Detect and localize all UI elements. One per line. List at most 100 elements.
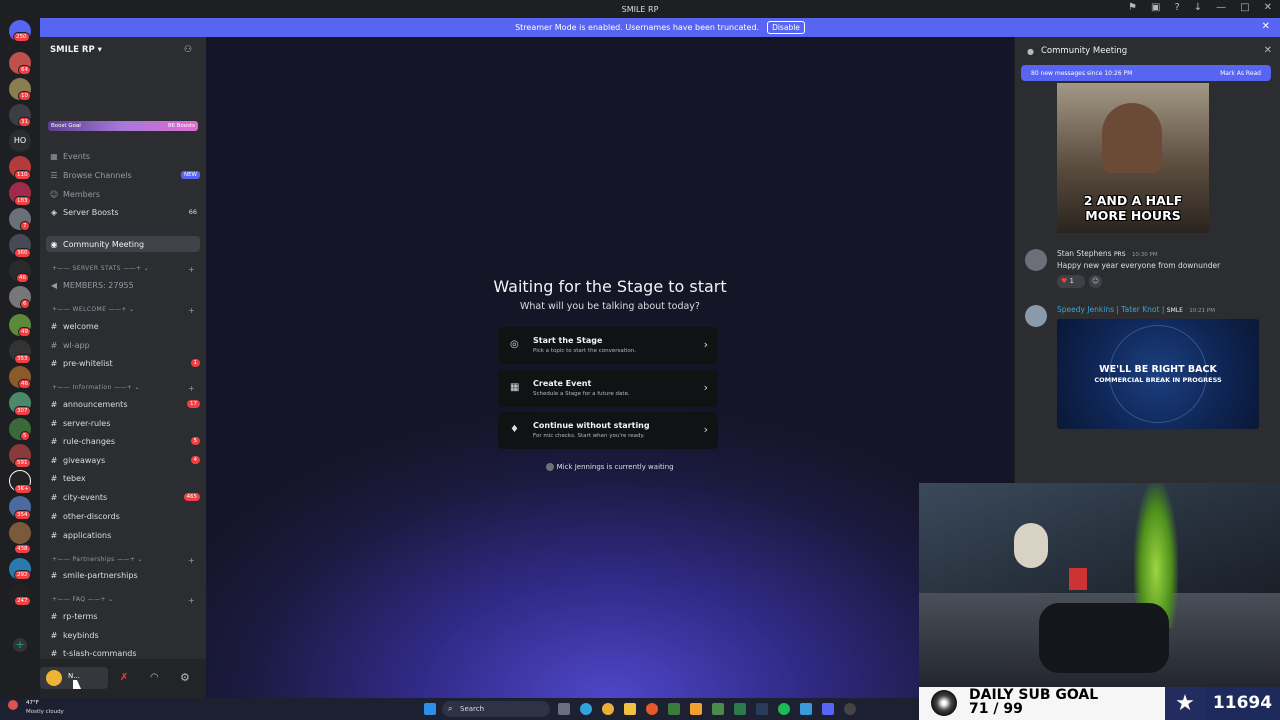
logo-icon xyxy=(931,690,957,716)
obs-icon[interactable] xyxy=(844,703,856,715)
mic-muted-icon[interactable]: ✗ xyxy=(120,672,128,683)
channel-community-meeting[interactable]: ◉ Community Meeting xyxy=(46,236,200,252)
server-boosts-item[interactable]: ◈ Server Boosts 66 xyxy=(48,204,200,220)
calendar-icon: ▦ xyxy=(50,151,58,161)
edge-icon[interactable] xyxy=(580,703,592,715)
channel-tebex[interactable]: # tebex xyxy=(48,470,200,486)
category-information[interactable]: +—— Information ——+ ⌄ + xyxy=(52,384,195,393)
app-icon[interactable] xyxy=(800,703,812,715)
members-item[interactable]: ☺ Members xyxy=(48,186,200,202)
reaction-heart[interactable]: ♥ 1 xyxy=(1057,275,1085,288)
channel-announcements[interactable]: # announcements 17 xyxy=(48,396,200,412)
excel-icon[interactable] xyxy=(734,703,746,715)
events-item[interactable]: ▦ Events xyxy=(48,148,200,164)
headphones-icon[interactable]: ◠ xyxy=(150,672,159,683)
chevron-right-icon: › xyxy=(703,381,708,394)
add-channel-icon[interactable]: + xyxy=(188,265,195,274)
app-icon[interactable] xyxy=(712,703,724,715)
gif-image[interactable]: 2 AND A HALF MORE HOURS xyxy=(1057,83,1209,233)
spotify-icon[interactable] xyxy=(778,703,790,715)
channel-rp-terms[interactable]: # rp-terms xyxy=(48,608,200,624)
channel-keybinds[interactable]: # keybinds xyxy=(48,627,200,643)
category-server-stats[interactable]: +—— SERVER STATS ——+ ⌄ + xyxy=(52,265,195,274)
maximize-button[interactable]: □ xyxy=(1240,2,1249,13)
category-welcome[interactable]: +—— WELCOME ——+ ⌄ + xyxy=(52,306,195,315)
mention-badge: 46 xyxy=(18,379,31,389)
task-view-icon[interactable] xyxy=(558,703,570,715)
firefox-icon[interactable] xyxy=(646,703,658,715)
search-icon: ⌕ xyxy=(448,704,453,713)
server-icon[interactable]: HO xyxy=(9,130,31,152)
unread-badge: 1 xyxy=(190,359,200,367)
option-title: Create Event xyxy=(533,379,592,388)
boost-goal-bar[interactable]: Boost Goal 86 Boosts xyxy=(48,121,198,131)
server-header[interactable]: SMILE RP ▾ xyxy=(50,45,102,55)
continue-without-starting-button[interactable]: ♦ Continue without starting For mic chec… xyxy=(498,412,718,449)
disable-streamer-button[interactable]: Disable xyxy=(767,21,805,34)
channel-other-discords[interactable]: # other-discords xyxy=(48,508,200,524)
channel-members-count[interactable]: ◀ MEMBERS: 27955 xyxy=(48,277,200,293)
category-faq[interactable]: +—— FAQ ——+ ⌄ + xyxy=(52,596,195,605)
screen-icon[interactable]: ▣ xyxy=(1151,2,1160,13)
username: N... xyxy=(68,672,80,680)
explorer-icon[interactable] xyxy=(624,703,636,715)
avatar[interactable] xyxy=(1025,305,1047,327)
mention-badge: 46 xyxy=(16,273,29,283)
weather-icon xyxy=(8,700,18,710)
minimize-button[interactable]: — xyxy=(1216,2,1226,13)
channel-label: applications xyxy=(63,530,112,540)
chrome-icon[interactable] xyxy=(602,703,614,715)
stage-area: Waiting for the Stage to start What will… xyxy=(206,37,1014,698)
add-channel-icon[interactable]: + xyxy=(188,306,195,315)
caption-line: 2 AND A HALF xyxy=(1083,193,1183,208)
browse-channels-item[interactable]: ☰ Browse Channels NEW xyxy=(48,167,200,183)
brb-image[interactable]: WE'LL BE RIGHT BACK COMMERCIAL BREAK IN … xyxy=(1057,319,1259,429)
channel-giveaways[interactable]: # giveaways 4 xyxy=(48,452,200,468)
invite-icon[interactable]: ⚇ xyxy=(184,45,192,55)
discord-icon[interactable] xyxy=(822,703,834,715)
close-window-button[interactable]: ✕ xyxy=(1264,2,1272,13)
add-server-button[interactable]: + xyxy=(13,638,27,652)
gear-icon[interactable]: ⚙ xyxy=(180,671,190,684)
channel-wl-app[interactable]: # wl-app xyxy=(48,337,200,353)
help-icon[interactable]: ? xyxy=(1174,2,1179,13)
channel-pre-whitelist[interactable]: # pre-whitelist 1 xyxy=(48,355,200,371)
weather-desc[interactable]: Mostly cloudy xyxy=(26,709,64,715)
channel-rule-changes[interactable]: # rule-changes 5 xyxy=(48,433,200,449)
windows-start-icon[interactable] xyxy=(424,703,436,715)
channel-city-events[interactable]: # city-events 465 xyxy=(48,489,200,505)
inbox-icon[interactable]: ⚑ xyxy=(1128,2,1137,13)
close-icon[interactable]: ✕ xyxy=(1264,45,1272,56)
mark-as-read-button[interactable]: Mark As Read xyxy=(1220,70,1261,77)
new-messages-bar[interactable]: 80 new messages since 10:26 PM Mark As R… xyxy=(1021,65,1271,81)
app-icon[interactable] xyxy=(668,703,680,715)
channel-label: welcome xyxy=(63,321,99,331)
author-name[interactable]: Speedy Jenkins | Tater Knot | xyxy=(1057,305,1164,314)
hash-icon: # xyxy=(50,321,58,331)
channel-smile-partnerships[interactable]: # smile-partnerships xyxy=(48,567,200,583)
app-icon[interactable] xyxy=(690,703,702,715)
heart-icon: ♥ xyxy=(1061,277,1068,285)
server-icon[interactable] xyxy=(9,522,31,544)
add-channel-icon[interactable]: + xyxy=(188,596,195,605)
avatar[interactable] xyxy=(1025,249,1047,271)
channel-welcome[interactable]: # welcome xyxy=(48,318,200,334)
taskbar-search[interactable]: ⌕ Search xyxy=(442,701,550,717)
add-reaction-icon[interactable]: ☺ xyxy=(1089,275,1102,288)
category-partnerships[interactable]: +—— Partnerships ——+ ⌄ + xyxy=(52,556,195,565)
channel-server-rules[interactable]: # server-rules xyxy=(48,415,200,431)
members-label: Members xyxy=(63,189,101,199)
start-stage-button[interactable]: ◎ Start the Stage Pick a topic to start … xyxy=(498,327,718,364)
channel-applications[interactable]: # applications xyxy=(48,527,200,543)
mention-badge: 360 xyxy=(14,248,31,258)
close-icon[interactable]: ✕ xyxy=(1262,21,1270,32)
add-channel-icon[interactable]: + xyxy=(188,384,195,393)
browse-channels-label: Browse Channels xyxy=(63,170,132,180)
weather-temp[interactable]: 47°F xyxy=(26,700,39,706)
mention-badge: 183 xyxy=(14,196,31,206)
create-event-button[interactable]: ▦ Create Event Schedule a Stage for a fu… xyxy=(498,370,718,407)
author-name[interactable]: Stan Stephens xyxy=(1057,249,1112,258)
download-icon[interactable]: ↓ xyxy=(1194,2,1202,13)
add-channel-icon[interactable]: + xyxy=(188,556,195,565)
steam-icon[interactable] xyxy=(756,703,768,715)
